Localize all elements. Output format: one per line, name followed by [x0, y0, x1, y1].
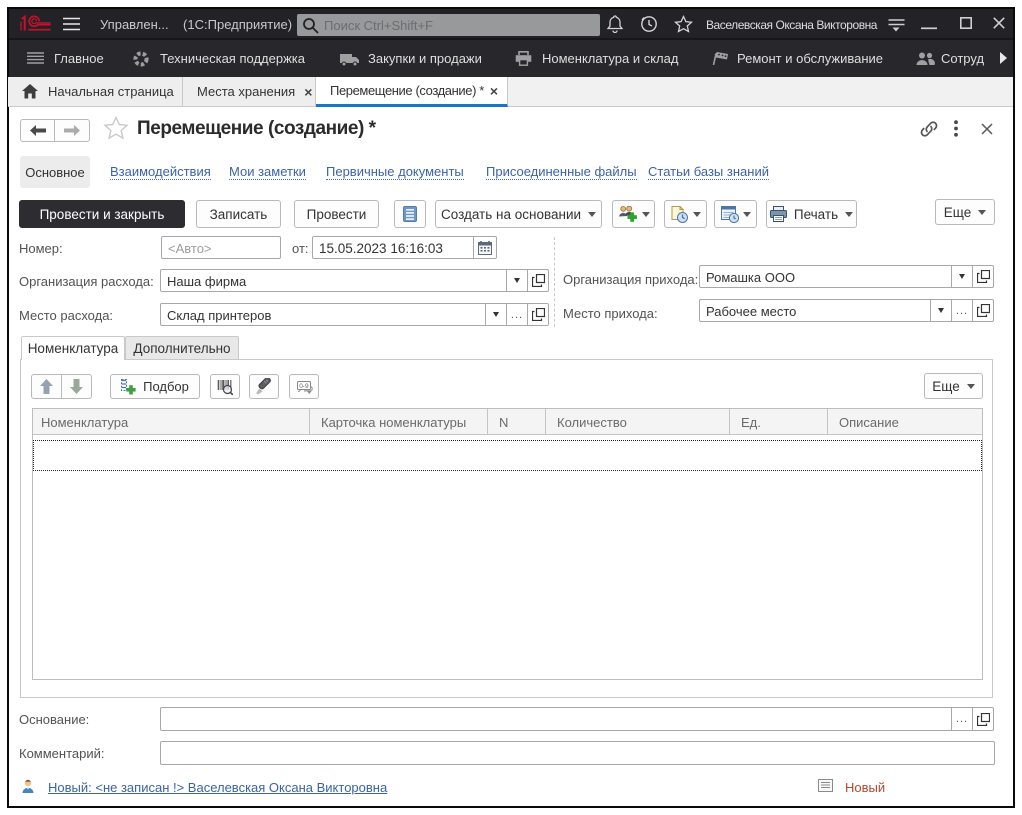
svg-text:0-9: 0-9 — [299, 383, 309, 390]
